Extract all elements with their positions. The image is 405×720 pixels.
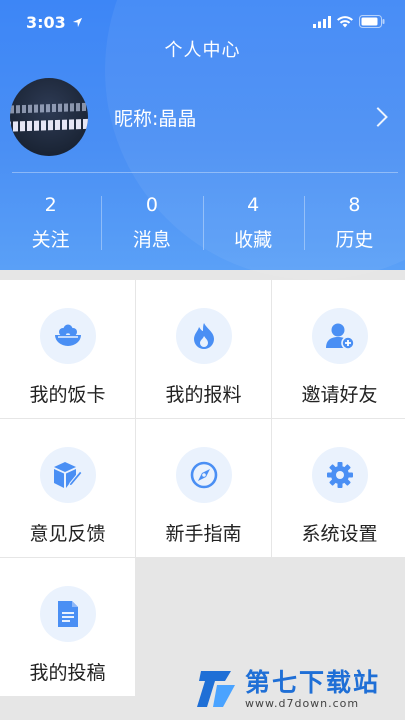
menu-label: 邀请好友: [301, 384, 378, 406]
stat-value: 8: [348, 194, 361, 216]
location-arrow-icon: [72, 13, 83, 32]
feedback-box-icon: [39, 447, 96, 503]
watermark-logo-icon: [195, 667, 239, 711]
watermark: 第七下载站 www.d7down.com: [195, 662, 395, 716]
stat-value: 4: [247, 194, 260, 216]
divider: [12, 172, 398, 173]
watermark-title: 第七下载站: [245, 667, 381, 697]
stat-favorites[interactable]: 4 收藏: [202, 188, 304, 260]
stats-bar: 2 关注 0 消息 4 收藏 8 历史: [0, 188, 405, 260]
stat-label: 历史: [335, 229, 374, 251]
stat-label: 消息: [132, 229, 171, 251]
avatar[interactable]: [10, 78, 88, 156]
battery-icon: [359, 13, 385, 32]
menu-item-my-reports[interactable]: 我的报料: [136, 280, 271, 418]
status-time: 3:03: [26, 12, 66, 32]
menu-item-invite-friends[interactable]: 邀请好友: [272, 280, 405, 418]
stat-messages[interactable]: 0 消息: [101, 188, 202, 260]
stat-value: 2: [44, 194, 57, 216]
menu-item-beginner-guide[interactable]: 新手指南: [136, 419, 271, 557]
signal-icon: [313, 13, 331, 32]
menu-item-my-submissions[interactable]: 我的投稿: [0, 558, 135, 696]
menu-label: 我的饭卡: [29, 384, 106, 406]
menu-label: 意见反馈: [29, 523, 106, 545]
document-icon: [39, 586, 96, 642]
menu-label: 系统设置: [301, 523, 378, 545]
menu-item-system-settings[interactable]: 系统设置: [272, 419, 405, 557]
profile-row[interactable]: 昵称:晶晶: [0, 78, 405, 160]
compass-icon: [175, 447, 232, 503]
flame-icon: [175, 308, 232, 364]
stat-label: 关注: [31, 229, 70, 251]
menu-label: 新手指南: [165, 523, 242, 545]
nickname: 昵称:晶晶: [114, 108, 197, 130]
menu-item-feedback[interactable]: 意见反馈: [0, 419, 135, 557]
menu-label: 我的报料: [165, 384, 242, 406]
stat-follow[interactable]: 2 关注: [0, 188, 101, 260]
rice-bowl-icon: [39, 308, 96, 364]
stat-value: 0: [145, 194, 158, 216]
chevron-right-icon[interactable]: [368, 107, 388, 127]
stat-history[interactable]: 8 历史: [303, 188, 405, 260]
add-user-icon: [311, 308, 368, 364]
stat-label: 收藏: [234, 229, 273, 251]
menu-label: 我的投稿: [29, 662, 106, 684]
watermark-url: www.d7down.com: [245, 696, 360, 710]
menu-item-meal-card[interactable]: 我的饭卡: [0, 280, 135, 418]
gear-icon: [311, 447, 368, 503]
menu-grid: 我的饭卡 我的报料 邀请好友 意见反馈 新手指南 系统设置 我的投稿: [0, 280, 405, 696]
wifi-icon: [337, 13, 353, 32]
page-title: 个人中心: [164, 40, 241, 61]
profile-header: 3:03 个人中心 昵称:晶晶 2 关注 0 消息 4 收藏 8 历史: [0, 0, 405, 280]
